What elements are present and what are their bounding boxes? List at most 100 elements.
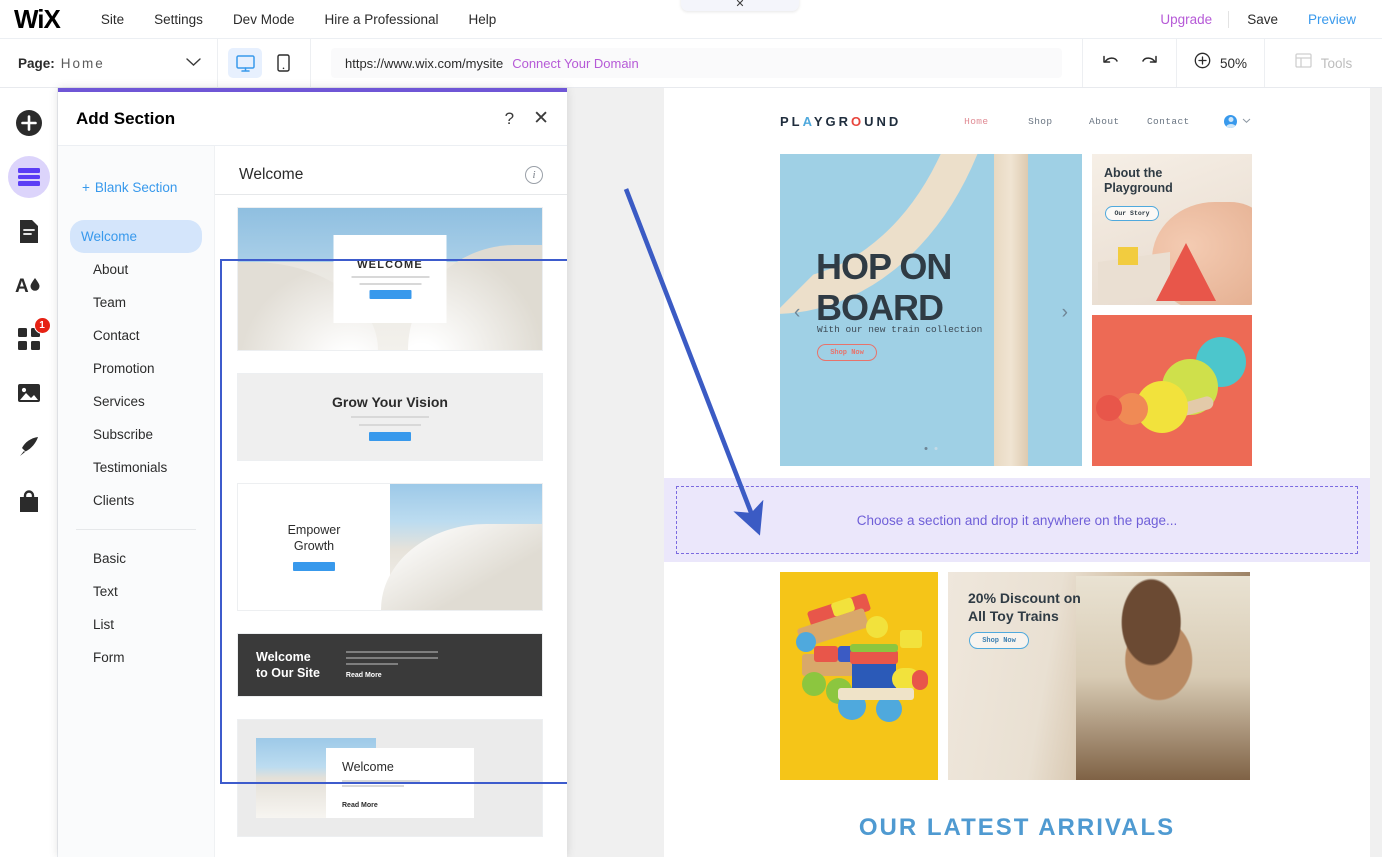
help-icon[interactable]: ? — [505, 109, 514, 129]
hero-shop-now-button[interactable]: Shop Now — [817, 344, 877, 361]
sections-title: Welcome — [239, 166, 303, 184]
redo-icon[interactable] — [1139, 53, 1159, 74]
menu-item-site[interactable]: Site — [86, 12, 139, 27]
site-url-box[interactable]: https://www.wix.com/mysite Connect Your … — [331, 48, 1062, 78]
section-thumb-welcome-hero[interactable]: WELCOME — [237, 207, 543, 351]
menu-item-help[interactable]: Help — [454, 12, 512, 27]
page-selector-value: Home — [61, 56, 105, 71]
logo-letter-o: O — [851, 114, 864, 129]
section-thumb-empower-growth[interactable]: EmpowerGrowth — [237, 483, 543, 611]
category-item-text[interactable]: Text — [70, 575, 202, 608]
preview-button[interactable]: Preview — [1296, 12, 1374, 27]
section-dropzone-area[interactable]: Choose a section and drop it anywhere on… — [664, 478, 1370, 562]
site-nav-contact[interactable]: Contact — [1136, 116, 1200, 127]
svg-text:A: A — [15, 276, 29, 296]
our-story-button[interactable]: Our Story — [1105, 206, 1159, 221]
plus-icon: + — [82, 180, 90, 195]
site-nav-about[interactable]: About — [1072, 116, 1136, 127]
hero-subtitle: With our new train collection — [817, 324, 982, 335]
connect-domain-link[interactable]: Connect Your Domain — [512, 56, 638, 71]
floating-tooltip-partial[interactable]: ✕ — [681, 0, 799, 11]
info-icon[interactable]: i — [525, 166, 543, 184]
category-item-clients[interactable]: Clients — [70, 484, 202, 517]
rail-item-media[interactable] — [8, 372, 50, 414]
add-section-panel: Add Section ? ✕ + Blank Section Welcome … — [58, 88, 567, 857]
desktop-view-button[interactable] — [228, 48, 262, 78]
category-item-promotion[interactable]: Promotion — [70, 352, 202, 385]
thumb-heading: Welcometo Our Site — [256, 649, 320, 682]
rail-item-site-design[interactable]: A — [8, 264, 50, 306]
about-title-line1: About the — [1104, 166, 1162, 180]
category-item-basic[interactable]: Basic — [70, 542, 202, 575]
menu-item-settings[interactable]: Settings — [139, 12, 218, 27]
upgrade-button[interactable]: Upgrade — [1144, 12, 1228, 27]
tools-button[interactable]: Tools — [1264, 39, 1382, 87]
hero-title-line2: BOARD — [816, 287, 943, 328]
zoom-control[interactable]: 50% — [1176, 39, 1264, 87]
site-account-menu[interactable] — [1224, 115, 1251, 128]
menu-item-hire-a-professional[interactable]: Hire a Professional — [309, 12, 453, 27]
site-logo: PLAYGROUND — [780, 114, 901, 129]
close-icon[interactable]: ✕ — [533, 109, 549, 128]
category-item-contact[interactable]: Contact — [70, 319, 202, 352]
section-dropzone[interactable]: Choose a section and drop it anywhere on… — [676, 486, 1358, 554]
save-button[interactable]: Save — [1229, 12, 1296, 27]
rail-item-add-elements[interactable] — [8, 102, 50, 144]
carousel-dots[interactable] — [925, 447, 938, 450]
category-item-list[interactable]: List — [70, 608, 202, 641]
panel-category-column: + Blank Section Welcome About Team Conta… — [58, 146, 215, 857]
rail-item-pages-menu[interactable] — [8, 210, 50, 252]
hero-title: HOP ONBOARD — [816, 246, 951, 329]
theme-icon: A — [15, 274, 42, 296]
category-item-subscribe[interactable]: Subscribe — [70, 418, 202, 451]
bag-icon — [18, 489, 40, 513]
add-section-panel-body: + Blank Section Welcome About Team Conta… — [58, 146, 567, 857]
section-thumb-welcome-to-our-site[interactable]: Welcometo Our Site Read More — [237, 633, 543, 697]
rail-item-blog[interactable] — [8, 426, 50, 468]
category-item-services[interactable]: Services — [70, 385, 202, 418]
rings-toy-card[interactable] — [1092, 315, 1252, 466]
hero-row: HOP ONBOARD With our new train collectio… — [664, 154, 1370, 466]
category-item-about[interactable]: About — [70, 253, 202, 286]
category-item-testimonials[interactable]: Testimonials — [70, 451, 202, 484]
undo-icon[interactable] — [1101, 53, 1121, 74]
blank-section-button[interactable]: + Blank Section — [58, 162, 214, 204]
section-thumb-welcome-split-card[interactable]: Welcome Read More — [237, 719, 543, 837]
site-nav-home[interactable]: Home — [944, 116, 1008, 127]
menu-item-dev-mode[interactable]: Dev Mode — [218, 12, 310, 27]
thumb-heading: EmpowerGrowth — [288, 523, 341, 554]
rail-item-apps[interactable]: 1 — [8, 318, 50, 360]
carousel-prev-icon[interactable]: ‹ — [794, 302, 800, 324]
page-selector[interactable]: Page: Home — [0, 39, 218, 87]
thumb-button — [293, 562, 335, 571]
about-card-title: About thePlayground — [1104, 166, 1173, 196]
section-thumb-grow-your-vision[interactable]: Grow Your Vision — [237, 373, 543, 461]
category-item-form[interactable]: Form — [70, 641, 202, 674]
site-nav-shop[interactable]: Shop — [1008, 116, 1072, 127]
tools-label: Tools — [1321, 56, 1353, 71]
panel-sections-column: Welcome i WELCOME — [215, 146, 567, 857]
carousel-next-icon[interactable]: › — [1062, 302, 1068, 324]
rail-item-add-section[interactable] — [8, 156, 50, 198]
thumb-heading: Grow Your Vision — [332, 394, 448, 410]
viewport-toggle — [218, 39, 311, 87]
about-playground-card[interactable]: About thePlayground Our Story — [1092, 154, 1252, 305]
zoom-level-value: 50% — [1220, 56, 1247, 71]
latest-arrivals-heading: OUR LATEST ARRIVALS — [664, 814, 1370, 842]
zoom-in-icon[interactable] — [1194, 52, 1211, 74]
thumb-heading: WELCOME — [357, 259, 423, 271]
site-url-area: https://www.wix.com/mysite Connect Your … — [311, 39, 1082, 87]
category-item-welcome[interactable]: Welcome — [70, 220, 202, 253]
wix-logo[interactable]: WiX — [14, 6, 60, 32]
category-item-team[interactable]: Team — [70, 286, 202, 319]
toy-trains-photo-card[interactable] — [780, 572, 938, 780]
discount-banner-card[interactable]: 20% Discount onAll Toy Trains Shop Now — [948, 572, 1250, 780]
close-icon[interactable]: ✕ — [735, 0, 744, 10]
discount-shop-now-button[interactable]: Shop Now — [969, 632, 1029, 649]
mobile-view-button[interactable] — [266, 48, 300, 78]
thumb-button-label: Read More — [342, 802, 378, 809]
chevron-down-icon[interactable] — [186, 54, 201, 72]
desktop-icon — [236, 55, 255, 72]
category-list: Welcome About Team Contact Promotion Ser… — [58, 204, 214, 674]
rail-item-store[interactable] — [8, 480, 50, 522]
